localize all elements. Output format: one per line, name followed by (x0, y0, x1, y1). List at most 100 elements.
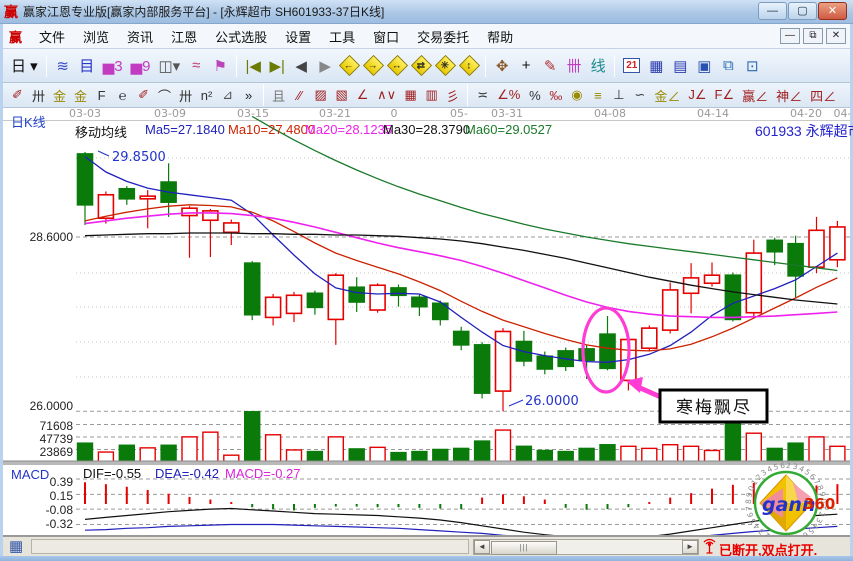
toolbar-first-page-icon[interactable]: |◀ (241, 53, 265, 79)
toolbar-rays-icon[interactable]: 彡 (442, 85, 463, 105)
mdi-close-button[interactable]: ✕ (826, 28, 846, 44)
svg-text:04-14: 04-14 (697, 108, 729, 120)
menu-item-file[interactable]: 文件 (30, 27, 74, 48)
toolbar-shift-left-icon[interactable]: ← (337, 53, 361, 79)
toolbar-hash-grid-icon[interactable]: 卅 (28, 85, 49, 105)
toolbar-remote-data-icon[interactable]: ⧉ (716, 53, 740, 79)
title-bar[interactable]: 赢 赢家江恩专业版[赢家内部服务平台] - [永辉超市 SH601933-37日… (0, 0, 853, 24)
price-label-26.0: 26.0000 (5, 399, 73, 413)
toolbar-network-icon[interactable]: ⊡ (740, 53, 764, 79)
toolbar-hash-grid2-icon[interactable]: 卅 (175, 85, 196, 105)
menu-item-tools[interactable]: 工具 (320, 27, 364, 48)
data-table-icon[interactable]: ▦ (9, 539, 23, 554)
toolbar-annotate-pen-icon[interactable]: ✎ (538, 53, 562, 79)
toolbar-last-page-icon[interactable]: ▶| (265, 53, 289, 79)
mdi-minimize-button[interactable]: — (780, 28, 800, 44)
toolbar-trend-angle-icon[interactable]: ∠ (352, 85, 373, 105)
toolbar-memo-icon[interactable]: ▤ (668, 53, 692, 79)
toolbar-brush-tool-icon[interactable]: ✐ (7, 85, 28, 105)
toolbar-minute-3-icon[interactable]: ▅3 (99, 53, 127, 79)
toolbar-wave-tool-icon[interactable]: ∽ (629, 85, 650, 105)
toolbar-grid-box2-icon[interactable]: ▥ (421, 85, 442, 105)
toolbar-permille-icon[interactable]: ‰ (545, 85, 566, 105)
menu-item-settings[interactable]: 设置 (276, 27, 320, 48)
toolbar-full-view-icon[interactable]: ✳ (433, 53, 457, 79)
toolbar-arc-tool-icon[interactable]: ⌒ (154, 85, 175, 105)
menu-item-help[interactable]: 帮助 (478, 27, 522, 48)
toolbar-shaded-fan-icon[interactable]: ▨ (310, 85, 331, 105)
toolbar-expand-bars-icon[interactable]: ↔ (385, 53, 409, 79)
scroll-left-arrow-icon[interactable]: ◄ (474, 540, 490, 554)
toolbar-gold-angle-icon[interactable]: 金∠ (650, 85, 684, 105)
panel-type-label[interactable]: 日K线 (11, 112, 46, 131)
toolbar-separator (614, 55, 615, 77)
toolbar-box-grid-icon[interactable]: 且 (268, 85, 289, 105)
toolbar-kline-period-button[interactable]: 日 ▾ (7, 53, 42, 79)
svg-text:03-21: 03-21 (319, 108, 351, 120)
mdi-restore-button[interactable]: ⧉ (803, 28, 823, 44)
toolbar-next-page-icon[interactable]: ▶ (313, 53, 337, 79)
toolbar-calculator-icon[interactable]: ▦ (644, 53, 668, 79)
toolbar-prev-page-icon[interactable]: ◀ (289, 53, 313, 79)
toolbar-vertical-scale-icon[interactable]: ↕ (457, 53, 481, 79)
scroll-right-arrow-icon[interactable]: ► (682, 540, 698, 554)
menu-item-news[interactable]: 资讯 (118, 27, 162, 48)
scrollbar-thumb[interactable]: ||| (491, 541, 557, 555)
window-title: 赢家江恩专业版[赢家内部服务平台] - [永辉超市 SH601933-37日K线… (23, 3, 384, 20)
toolbar-shen-angle-icon[interactable]: 神∠ (772, 85, 806, 105)
toolbar-wave-pattern-icon[interactable]: ≈ (184, 53, 208, 79)
menu-item-window[interactable]: 窗口 (364, 27, 408, 48)
app-logo-icon: 赢 (4, 2, 18, 22)
toolbar-separator (236, 55, 237, 77)
toolbar-gold-grid2-icon[interactable]: 金 (70, 85, 91, 105)
toolbar-fan-grid-icon[interactable]: ▧ (331, 85, 352, 105)
menu-item-trade[interactable]: 交易委托 (408, 27, 478, 48)
toolbar-j-angle-icon[interactable]: J∠ (684, 85, 710, 105)
toolbar-gold-lines-icon[interactable]: ≡ (587, 85, 608, 105)
menu-item-browse[interactable]: 浏览 (74, 27, 118, 48)
toolbar-pole-tool-icon[interactable]: ⊥ (608, 85, 629, 105)
toolbar-f10-info-icon[interactable]: 目 (75, 53, 99, 79)
toolbar-f-angle-icon[interactable]: F∠ (711, 85, 739, 105)
toolbar-separator (485, 55, 486, 77)
toolbar-shift-right-icon[interactable]: → (361, 53, 385, 79)
menu-item-formula-picker[interactable]: 公式选股 (206, 27, 276, 48)
toolbar-crosshair-icon[interactable]: + (514, 53, 538, 79)
volume-label-3: 23869 (5, 445, 73, 459)
toolbar-fibonacci-grid-icon[interactable]: F (91, 85, 112, 105)
toolbar-hand-tool-icon[interactable]: ✥ (490, 53, 514, 79)
toolbar-candle-style-icon[interactable]: ◫▾ (154, 53, 184, 79)
toolbar-win-angle-icon[interactable]: 赢∠ (738, 85, 772, 105)
minimize-button[interactable]: — (758, 2, 787, 20)
toolbar-gold-grid-icon[interactable]: 金 (49, 85, 70, 105)
horizontal-scrollbar[interactable]: ◄ ||| ► (473, 539, 699, 555)
toolbar-spiral-tool-icon[interactable]: ℮ (112, 85, 133, 105)
maximize-button[interactable]: ▢ (788, 2, 817, 20)
toolbar-minute-9-icon[interactable]: ▅9 (127, 53, 155, 79)
toolbar-grid-box-icon[interactable]: ▦ (400, 85, 421, 105)
toolbar-measure-icon[interactable]: ≍ (472, 85, 493, 105)
toolbar-more-tools-chevron[interactable]: » (238, 85, 259, 105)
menu-item-gann[interactable]: 江恩 (162, 27, 206, 48)
toolbar-save-icon[interactable]: ▣ (692, 53, 716, 79)
toolbar-line-tool-icon[interactable]: 线 (586, 53, 610, 79)
toolbar-trellis-chart-icon[interactable]: ≋ (51, 53, 75, 79)
toolbar-gann-fan-icon[interactable]: ∕∕ (289, 85, 310, 105)
toolbar-gold-circle-icon[interactable]: ◉ (566, 85, 587, 105)
toolbar-angle-flag-icon[interactable]: ⊿ (217, 85, 238, 105)
toolbar-color-flag-icon[interactable]: ⚑ (208, 53, 232, 79)
toolbar-percent-line-icon[interactable]: ∠% (493, 85, 524, 105)
svg-text:03-31: 03-31 (491, 108, 523, 120)
toolbar-si-angle-icon[interactable]: 四∠ (806, 85, 840, 105)
window-frame-bottom (0, 556, 853, 561)
window-body: 赢 文件浏览资讯江恩公式选股设置工具窗口交易委托帮助 —⧉✕ 日 ▾≋目▅3▅9… (0, 24, 853, 561)
toolbar-band-tool-icon[interactable]: 卌 (562, 53, 586, 79)
toolbar-percent-icon[interactable]: % (524, 85, 545, 105)
toolbar-calendar-21-icon[interactable]: 21 (619, 53, 644, 79)
toolbar-angle-grid-icon[interactable]: ✐ (133, 85, 154, 105)
toolbar-n2-tool-icon[interactable]: n² (196, 85, 217, 105)
ma60-label: Ma60=29.0527 (465, 122, 552, 137)
toolbar-zigzag-icon[interactable]: ∧∨ (373, 85, 400, 105)
toolbar-compress-bars-icon[interactable]: ⇄ (409, 53, 433, 79)
close-button[interactable]: ✕ (818, 2, 847, 20)
